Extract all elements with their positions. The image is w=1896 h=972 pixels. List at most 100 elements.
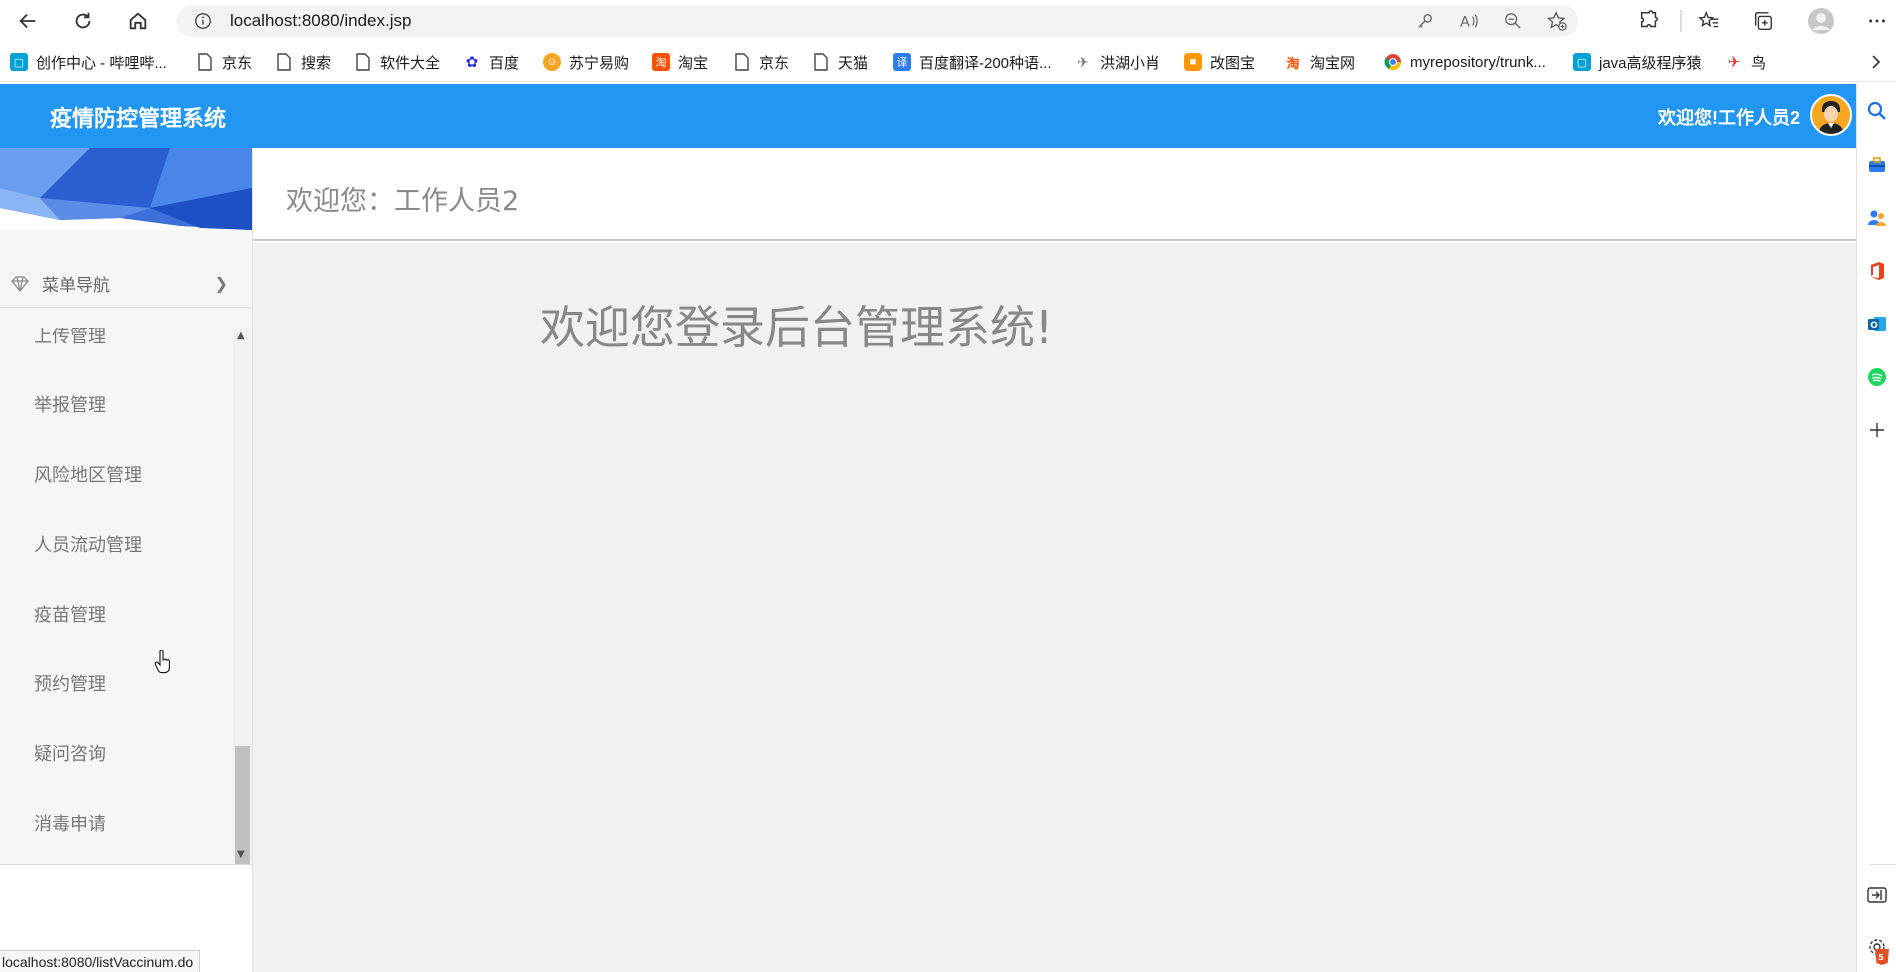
gaitubao-icon: ■ [1184,53,1202,71]
sidebar-banner [0,148,252,230]
collections-button[interactable] [1748,6,1778,36]
bookmark-item[interactable]: ▢ java高级程序猿 [1573,50,1702,74]
page-icon [196,53,214,71]
page-icon [733,53,751,71]
menu-nav-label: 菜单导航 [42,276,110,296]
home-icon [129,12,147,30]
content-header: 欢迎您：工作人员2 [253,148,1856,241]
chevron-right-icon [1872,55,1881,69]
polygon-banner-graphic [0,148,252,230]
favorites-icon [1698,10,1719,28]
add-favorite-icon[interactable] [1546,10,1568,32]
extensions-icon [1640,10,1658,28]
favorites-button[interactable] [1694,6,1724,36]
address-bar[interactable]: localhost:8080/index.jsp A [176,5,1578,37]
add-icon[interactable] [1866,419,1888,441]
bookmark-item[interactable]: 译百度翻译-200种语... [893,50,1052,74]
sidebar-collapse-icon[interactable] [1866,884,1888,906]
menu-item-report[interactable]: 举报管理 [34,391,106,417]
bookmark-item[interactable]: 天猫 [812,50,868,74]
menu-item-appointment[interactable]: 预约管理 [34,670,106,696]
app-title: 疫情防控管理系统 [50,106,227,131]
sidebar-scrollbar[interactable]: ▲ ▼ [233,328,252,961]
bookmark-item[interactable]: 淘淘宝网 [1284,50,1355,74]
user-welcome: 欢迎您!工作人员2 [1657,108,1800,128]
page-icon [275,53,293,71]
more-icon [1869,19,1885,23]
bookmark-item[interactable]: myrepository/trunk... [1384,50,1546,74]
menu-item-vaccine[interactable]: 疫苗管理 [34,601,106,627]
bookmark-item[interactable]: ☺ 苏宁易购 [543,50,629,74]
svg-text:O: O [1870,321,1878,331]
bird-icon: ✈ [1727,54,1741,71]
browser-toolbar: localhost:8080/index.jsp A [0,0,1896,42]
svg-text:A: A [1460,14,1470,30]
menu-item-disinfection[interactable]: 消毒申请 [34,810,106,836]
profile-button[interactable] [1806,6,1836,36]
bilibili-icon: ▢ [10,53,28,71]
menu-item-personnel-flow[interactable]: 人员流动管理 [34,531,142,557]
bookmark-item[interactable]: 京东 [196,50,252,74]
bookmark-item[interactable]: 搜索 [275,50,331,74]
taobao-icon: 淘 [1286,55,1300,71]
avatar[interactable] [1810,94,1852,136]
browser-side-rail: O 5 [1856,84,1896,972]
zoom-icon[interactable] [1502,10,1524,32]
bookmark-item[interactable]: ✈ 洪湖小肖 [1074,50,1160,74]
page-greeting: 欢迎您：工作人员2 [286,186,520,217]
menu-item-consultation[interactable]: 疑问咨询 [34,740,106,766]
url-text[interactable]: localhost:8080/index.jsp [230,11,411,31]
page-icon [812,53,830,71]
menu-item-upload[interactable]: 上传管理 [34,328,106,348]
extensions-button[interactable] [1634,6,1664,36]
bookmark-item[interactable]: ■ 改图宝 [1184,50,1255,74]
bookmarks-overflow-button[interactable] [1870,50,1882,74]
status-bar-url: localhost:8080/listVaccinum.do [0,950,201,972]
bookmark-item[interactable]: ✈ 鸟 [1725,50,1766,74]
baidu-icon: ✿ [465,54,479,71]
back-icon [19,13,36,29]
more-button[interactable] [1862,6,1892,36]
diamond-icon [11,275,29,292]
toolbar-divider [1680,10,1682,32]
user-avatar-icon [1812,96,1850,134]
welcome-message: 欢迎您登录后台管理系统! [540,301,1054,354]
read-aloud-icon[interactable]: A [1458,10,1480,32]
scroll-down-arrow-icon[interactable]: ▼ [237,849,245,860]
menu-nav-toggle[interactable]: 菜单导航 ❯ [0,260,252,308]
page-icon [354,53,372,71]
office-icon[interactable] [1866,260,1888,282]
people-icon[interactable] [1866,207,1888,229]
back-button[interactable] [10,3,46,39]
sidebar: 菜单导航 ❯ 上传管理 举报管理 风险地区管理 人员流动管理 疫苗管理 预约管理… [0,148,253,972]
bookmark-item[interactable]: ✿ 百度 [463,50,519,74]
app-header: 疫情防控管理系统 欢迎您!工作人员2 [0,84,1856,148]
spotify-icon[interactable] [1866,366,1888,388]
profile-icon [1808,8,1834,34]
content-area: 欢迎您登录后台管理系统! [253,243,1856,972]
bookmark-item[interactable]: ▢ 创作中心 - 哔哩哔... [10,50,167,74]
bookmark-item[interactable]: 淘淘宝 [652,50,708,74]
refresh-icon [75,12,91,29]
hand-cursor-icon [154,650,170,674]
html5-icon: 5 [1871,946,1893,968]
key-icon[interactable] [1414,10,1436,32]
menu-item-risk-area[interactable]: 风险地区管理 [34,461,142,487]
menu-list: 上传管理 举报管理 风险地区管理 人员流动管理 疫苗管理 预约管理 疑问咨询 消… [0,328,232,862]
suning-icon: ☺ [543,53,561,71]
outlook-icon[interactable]: O [1866,313,1888,335]
rail-divider [1869,864,1896,865]
scroll-up-arrow-icon[interactable]: ▲ [237,330,245,341]
bookmark-item[interactable]: 京东 [733,50,789,74]
info-icon[interactable] [194,12,212,30]
search-icon[interactable] [1866,100,1888,122]
bilibili-icon: ▢ [1573,53,1591,71]
refresh-button[interactable] [65,3,101,39]
tools-icon[interactable] [1866,154,1888,176]
chevron-right-icon: ❯ [214,274,228,293]
chrome-icon [1384,53,1402,71]
bookmark-item[interactable]: 软件大全 [354,50,440,74]
collections-icon [1754,12,1772,30]
bookmarks-bar: ▢ 创作中心 - 哔哩哔... 京东 搜索 软件大全 ✿ 百度 ☺ 苏宁易购 淘淘宝 … [0,42,1896,82]
home-button[interactable] [120,3,156,39]
